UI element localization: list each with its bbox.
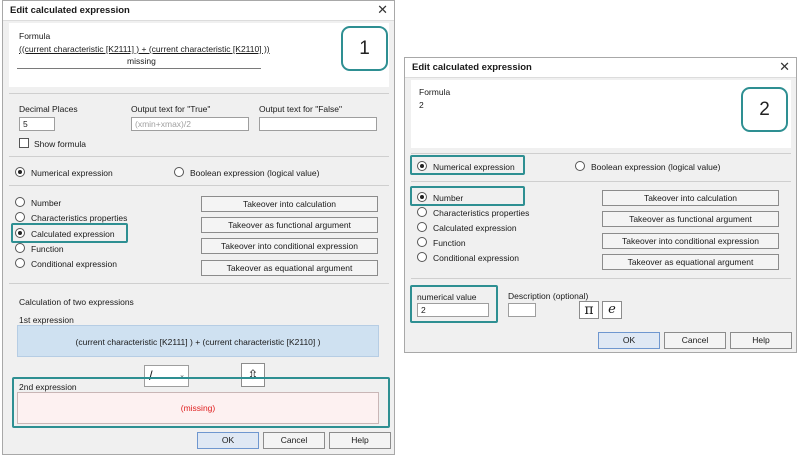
formula-value: 2 [419, 100, 424, 110]
radio-boolean-expression[interactable] [174, 167, 184, 177]
kind-number-label: Number [31, 198, 62, 208]
formula-panel [411, 80, 791, 148]
formula-label: Formula [419, 87, 451, 97]
output-false-label: Output text for "False" [259, 104, 343, 114]
radio-conditional-expression[interactable] [15, 258, 25, 268]
chevron-down-icon: ⌄ [179, 372, 185, 379]
description-label: Description (optional) [508, 291, 589, 301]
radio-characteristics-properties[interactable] [417, 207, 427, 217]
takeover-functional-argument-button[interactable]: Takeover as functional argument [602, 211, 779, 227]
divider [17, 68, 261, 69]
cancel-button[interactable]: Cancel [664, 332, 726, 349]
numerical-expression-label: Numerical expression [433, 162, 515, 172]
highlight-number [410, 186, 525, 206]
step-badge-1: 1 [341, 26, 388, 71]
swap-expressions-button[interactable]: ⇳ [241, 363, 265, 387]
takeover-conditional-expression-button[interactable]: Takeover into conditional expression [602, 233, 779, 249]
ok-button[interactable]: OK [598, 332, 660, 349]
divider [411, 181, 791, 182]
decimal-places-label: Decimal Places [19, 104, 78, 114]
takeover-into-calculation-button[interactable]: Takeover into calculation [201, 196, 378, 212]
cancel-button[interactable]: Cancel [263, 432, 325, 449]
help-button[interactable]: Help [329, 432, 391, 449]
radio-number[interactable] [417, 192, 427, 202]
first-expression-label: 1st expression [19, 315, 74, 325]
radio-number[interactable] [15, 197, 25, 207]
dialog-title: Edit calculated expression [412, 62, 532, 73]
radio-numerical-expression[interactable] [417, 161, 427, 171]
dialog-edit-calculated-expression-1: Edit calculated expression ✕ Formula ((c… [2, 0, 395, 455]
takeover-conditional-expression-button[interactable]: Takeover into conditional expression [201, 238, 378, 254]
formula-missing: missing [127, 56, 156, 66]
pi-button[interactable]: π [579, 301, 599, 319]
numerical-value-label: numerical value [417, 292, 477, 302]
numerical-value-input[interactable]: 2 [417, 303, 489, 317]
close-icon[interactable]: ✕ [377, 3, 388, 17]
kind-function-label: Function [433, 238, 466, 248]
pi-icon: π [584, 302, 594, 318]
divider [9, 93, 389, 94]
kind-calculated-label: Calculated expression [433, 223, 517, 233]
numerical-expression-label: Numerical expression [31, 168, 113, 178]
operator-value: / [149, 368, 153, 383]
radio-conditional-expression[interactable] [417, 252, 427, 262]
euler-button[interactable]: e [602, 301, 622, 319]
formula-label: Formula [19, 31, 51, 41]
dialog-title: Edit calculated expression [10, 5, 130, 16]
ok-button[interactable]: OK [197, 432, 259, 449]
output-true-label: Output text for "True" [131, 104, 211, 114]
output-false-input[interactable] [259, 117, 377, 131]
divider [9, 185, 389, 186]
takeover-equational-argument-button[interactable]: Takeover as equational argument [201, 260, 378, 276]
show-formula-checkbox[interactable] [19, 138, 29, 148]
titlebar: Edit calculated expression ✕ [3, 1, 394, 21]
description-input[interactable] [508, 303, 536, 317]
titlebar: Edit calculated expression ✕ [405, 58, 796, 78]
radio-characteristics-properties[interactable] [15, 212, 25, 222]
calculation-title: Calculation of two expressions [19, 297, 134, 307]
swap-arrows-icon: ⇳ [247, 367, 259, 382]
kind-conditional-label: Conditional expression [31, 259, 117, 269]
radio-calculated-expression[interactable] [417, 222, 427, 232]
boolean-expression-label: Boolean expression (logical value) [591, 162, 721, 172]
divider [411, 278, 791, 279]
divider [9, 156, 389, 157]
euler-e-icon: e [608, 302, 616, 317]
kind-characteristics-label: Characteristics properties [433, 208, 530, 218]
kind-calculated-label: Calculated expression [31, 229, 115, 239]
show-formula-label: Show formula [34, 139, 86, 149]
output-true-input[interactable]: (xmin+xmax)/2 [131, 117, 249, 131]
radio-numerical-expression[interactable] [15, 167, 25, 177]
first-expression-box[interactable]: (current characteristic [K2111] ) + (cur… [17, 325, 379, 357]
operator-select[interactable]: / ⌄ [144, 365, 189, 387]
close-icon[interactable]: ✕ [779, 60, 790, 74]
dialog-edit-calculated-expression-2: Edit calculated expression ✕ Formula 2 2… [404, 57, 797, 353]
step-badge-2: 2 [741, 87, 788, 132]
formula-panel [9, 23, 389, 87]
help-button[interactable]: Help [730, 332, 792, 349]
radio-boolean-expression[interactable] [575, 161, 585, 171]
radio-function[interactable] [417, 237, 427, 247]
divider [411, 153, 791, 154]
takeover-equational-argument-button[interactable]: Takeover as equational argument [602, 254, 779, 270]
decimal-places-input[interactable]: 5 [19, 117, 55, 131]
takeover-into-calculation-button[interactable]: Takeover into calculation [602, 190, 779, 206]
radio-function[interactable] [15, 243, 25, 253]
kind-characteristics-label: Characteristics properties [31, 213, 128, 223]
kind-function-label: Function [31, 244, 64, 254]
kind-conditional-label: Conditional expression [433, 253, 519, 263]
boolean-expression-label: Boolean expression (logical value) [190, 168, 320, 178]
second-expression-box[interactable]: (missing) [17, 392, 379, 424]
kind-number-label: Number [433, 193, 464, 203]
radio-calculated-expression[interactable] [15, 228, 25, 238]
divider [9, 283, 389, 284]
takeover-functional-argument-button[interactable]: Takeover as functional argument [201, 217, 378, 233]
formula-text: ((current characteristic [K2111] ) + (cu… [19, 44, 270, 54]
second-expression-label: 2nd expression [19, 382, 77, 392]
